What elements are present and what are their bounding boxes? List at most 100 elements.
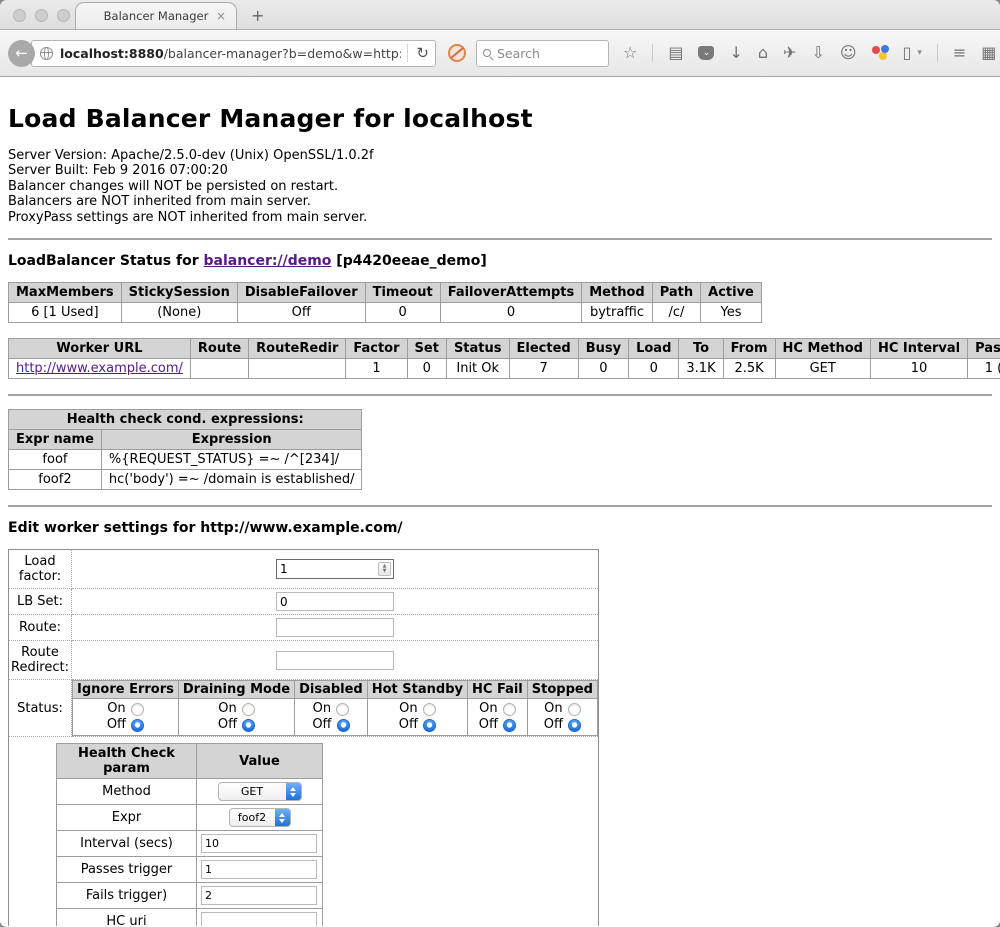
number-stepper-icon[interactable]: ▲▼ <box>378 562 391 576</box>
load-factor-input[interactable] <box>276 559 394 579</box>
radio-option: Off <box>75 717 176 733</box>
send-icon[interactable]: ✈ <box>783 45 796 61</box>
column-header: MaxMembers <box>9 283 122 303</box>
column-header: Path <box>652 283 700 303</box>
menu-hamburger-icon[interactable]: ≡ <box>953 45 966 61</box>
radio-label: On <box>479 701 497 717</box>
column-header: Status <box>446 339 509 359</box>
expr-select[interactable]: foof2 <box>229 808 291 827</box>
adblock-disabled-icon[interactable] <box>448 44 466 62</box>
table-cell <box>249 359 346 379</box>
tab-close-icon[interactable]: × <box>216 9 226 23</box>
radio-off-draining-mode[interactable] <box>242 719 255 732</box>
radio-label: Off <box>107 717 126 733</box>
column-header: HC Method <box>775 339 870 359</box>
toolbar-icons: ☆ ▤ ⌄ ↓ ⌂ ✈ ⇩ ☺ ▯ ▾ ≡ ▦ <box>623 44 996 62</box>
radio-off-stopped[interactable] <box>568 719 581 732</box>
radio-option: Off <box>470 717 525 733</box>
search-input[interactable]: Search <box>476 40 609 67</box>
feedback-smiley-icon[interactable]: ☺ <box>840 45 857 61</box>
radio-label: On <box>544 701 562 717</box>
health-check-param-table: Health Check paramValueMethodGETExprfoof… <box>56 743 323 926</box>
fails-trigger-input[interactable] <box>201 886 317 905</box>
radio-option: On <box>297 701 365 717</box>
balancer-status-table: MaxMembersStickySessionDisableFailoverTi… <box>8 282 762 323</box>
interval-secs-input[interactable] <box>201 834 317 853</box>
lb-set-label: LB Set: <box>9 589 72 615</box>
hc-param-label: Method <box>57 779 197 805</box>
search-icon <box>483 49 491 57</box>
radio-off-hc-fail[interactable] <box>503 719 516 732</box>
hc-param-row: Fails trigger) <box>57 883 323 909</box>
minimize-window-button[interactable] <box>35 9 48 22</box>
status-radio-cell: OnOff <box>468 699 528 736</box>
home-icon[interactable]: ⌂ <box>758 45 768 61</box>
method-select[interactable]: GET <box>218 782 302 801</box>
url-bar[interactable]: localhost:8880/balancer-manager?b=demo&w… <box>31 40 436 67</box>
radio-label: On <box>399 701 417 717</box>
passes-trigger-input[interactable] <box>201 860 317 879</box>
radio-on-hc-fail[interactable] <box>503 703 516 716</box>
site-identity-globe-icon[interactable] <box>40 47 53 60</box>
column-header: FailoverAttempts <box>440 283 582 303</box>
server-info-line: Balancers are NOT inherited from main se… <box>8 194 992 209</box>
radio-off-ignore-errors[interactable] <box>131 719 144 732</box>
radio-on-disabled[interactable] <box>336 703 349 716</box>
column-header: Health Check param <box>57 744 197 779</box>
lb-set-input[interactable] <box>276 592 394 611</box>
pocket-icon[interactable]: ⌄ <box>698 46 714 60</box>
reading-list-icon[interactable]: ▤ <box>668 45 683 61</box>
hc-uri-input[interactable] <box>201 912 317 926</box>
bookmark-star-icon[interactable]: ☆ <box>623 45 637 61</box>
balancer-heading-prefix: LoadBalancer Status for <box>8 253 204 269</box>
downloads-icon[interactable]: ↓ <box>729 45 742 61</box>
page-viewport[interactable]: Load Balancer Manager for localhost Serv… <box>0 77 1000 926</box>
close-window-button[interactable] <box>13 9 26 22</box>
zoom-window-button[interactable] <box>57 9 70 22</box>
table-title-row: Health check cond. expressions: <box>9 410 362 430</box>
radio-option: Off <box>297 717 365 733</box>
radio-on-hot-standby[interactable] <box>423 703 436 716</box>
page-title: Load Balancer Manager for localhost <box>8 77 992 148</box>
column-header: Timeout <box>365 283 440 303</box>
route-input[interactable] <box>276 618 394 637</box>
column-header: Expr name <box>9 430 102 450</box>
server-info-line: Balancer changes will NOT be persisted o… <box>8 179 992 194</box>
radio-off-disabled[interactable] <box>337 719 350 732</box>
radio-option: Off <box>370 717 465 733</box>
column-header: HC Interval <box>870 339 967 359</box>
expr-name-cell: foof <box>9 450 102 470</box>
radio-option: On <box>370 701 465 717</box>
hc-param-label: Passes trigger <box>57 857 197 883</box>
palette-icon[interactable] <box>872 45 888 61</box>
tab-balancer-manager[interactable]: Balancer Manager × <box>75 2 237 29</box>
save-to-device-icon[interactable]: ⇩ <box>811 45 824 61</box>
overflow-chevron-icon[interactable]: ▾ <box>917 48 922 58</box>
hc-param-row: Method GET <box>57 779 323 805</box>
radio-off-hot-standby[interactable] <box>423 719 436 732</box>
table-header-row: Expr nameExpression <box>9 430 362 450</box>
balancer-demo-link[interactable]: balancer://demo <box>204 253 332 269</box>
radio-option: On <box>181 701 292 717</box>
radio-on-draining-mode[interactable] <box>242 703 255 716</box>
tab-title: Balancer Manager <box>104 9 209 23</box>
new-tab-button[interactable]: + <box>251 6 264 25</box>
hc-param-value <box>197 857 323 883</box>
table-cell: 1 (0) <box>968 359 1000 379</box>
radio-on-stopped[interactable] <box>568 703 581 716</box>
radio-option: Off <box>181 717 292 733</box>
hc-param-row: Passes trigger <box>57 857 323 883</box>
route-redirect-input[interactable] <box>276 651 394 670</box>
worker-url-link[interactable]: http://www.example.com/ <box>16 361 183 376</box>
back-button[interactable]: ← <box>8 40 35 67</box>
radio-on-ignore-errors[interactable] <box>131 703 144 716</box>
device-sync-icon[interactable]: ▯ <box>903 45 912 61</box>
radio-label: Off <box>479 717 498 733</box>
reload-icon[interactable]: ↻ <box>407 44 429 62</box>
hc-param-row: HC uri <box>57 909 323 926</box>
url-text[interactable]: localhost:8880/balancer-manager?b=demo&w… <box>60 46 401 61</box>
status-radio-cell: OnOff <box>367 699 467 736</box>
browser-window: Balancer Manager × + ← localhost:8880/ba… <box>0 0 1000 927</box>
column-header: Passes <box>968 339 1000 359</box>
apps-grid-icon[interactable]: ▦ <box>981 45 996 61</box>
